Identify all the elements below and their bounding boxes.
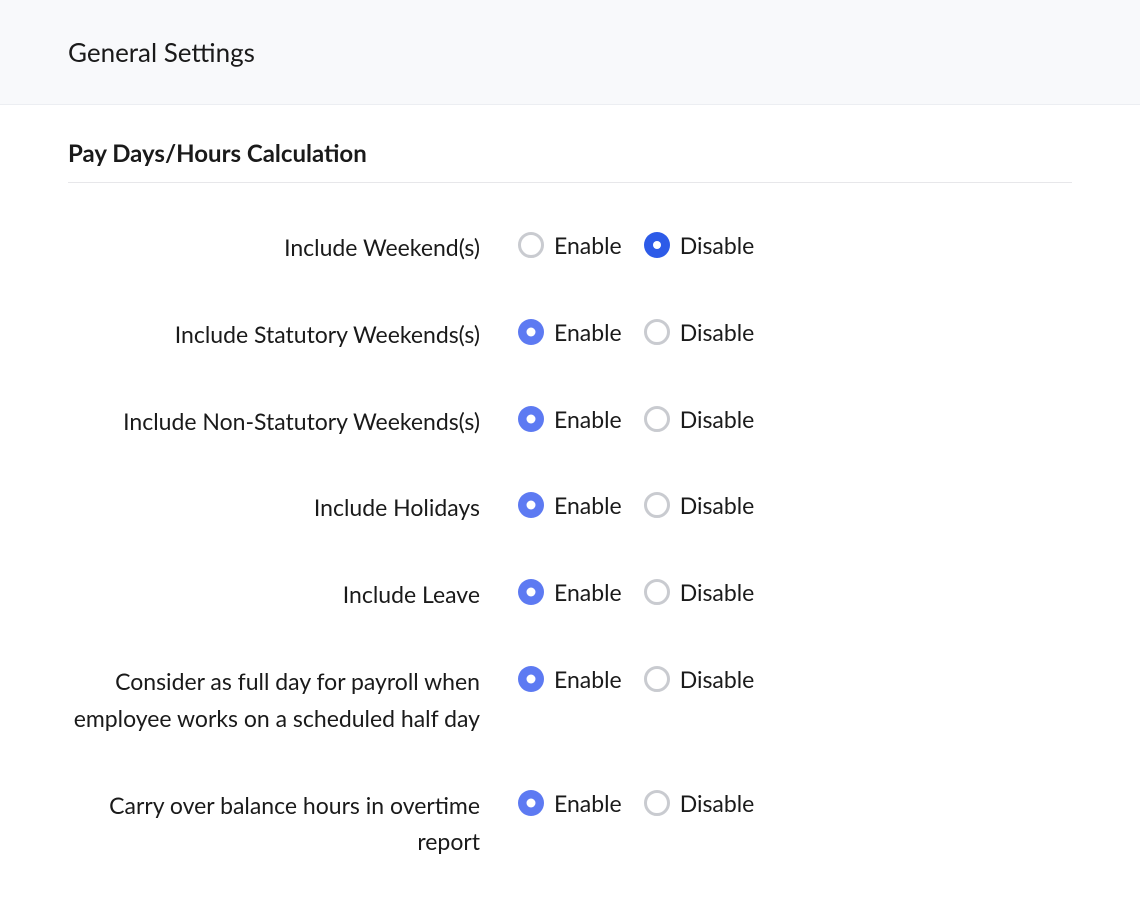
radio-label: Disable <box>680 665 755 693</box>
radio-disable-full-day-half-day[interactable]: Disable <box>644 665 755 693</box>
radio-enable-carry-over-overtime[interactable]: Enable <box>518 789 622 817</box>
radio-label: Enable <box>554 491 622 519</box>
radio-label: Disable <box>680 491 755 519</box>
radio-disable-include-weekends[interactable]: Disable <box>644 231 755 259</box>
radio-group: Enable Disable <box>518 787 754 817</box>
radio-icon <box>644 232 670 258</box>
radio-disable-include-leave[interactable]: Disable <box>644 578 755 606</box>
radio-label: Enable <box>554 405 622 433</box>
radio-label: Disable <box>680 318 755 346</box>
setting-label: Consider as full day for payroll when em… <box>68 663 518 737</box>
radio-icon <box>518 406 544 432</box>
radio-enable-include-statutory-weekends[interactable]: Enable <box>518 318 622 346</box>
radio-group: Enable Disable <box>518 663 754 693</box>
radio-icon <box>518 666 544 692</box>
radio-label: Enable <box>554 578 622 606</box>
setting-row-include-non-statutory-weekends: Include Non-Statutory Weekends(s) Enable… <box>68 403 1072 440</box>
radio-label: Disable <box>680 231 755 259</box>
radio-label: Disable <box>680 789 755 817</box>
radio-icon <box>518 319 544 345</box>
radio-disable-include-holidays[interactable]: Disable <box>644 491 755 519</box>
section-title: Pay Days/Hours Calculation <box>68 139 1072 183</box>
page-title: General Settings <box>68 36 1072 68</box>
radio-label: Disable <box>680 578 755 606</box>
radio-icon <box>644 790 670 816</box>
radio-label: Enable <box>554 318 622 346</box>
setting-row-full-day-half-day: Consider as full day for payroll when em… <box>68 663 1072 737</box>
setting-label: Carry over balance hours in overtime rep… <box>68 787 518 861</box>
setting-label: Include Statutory Weekends(s) <box>68 316 518 353</box>
radio-group: Enable Disable <box>518 403 754 433</box>
radio-icon <box>644 319 670 345</box>
radio-icon <box>644 666 670 692</box>
header-bar: General Settings <box>0 0 1140 105</box>
setting-label: Include Holidays <box>68 489 518 526</box>
radio-enable-include-non-statutory-weekends[interactable]: Enable <box>518 405 622 433</box>
setting-row-include-holidays: Include Holidays Enable Disable <box>68 489 1072 526</box>
radio-icon <box>644 492 670 518</box>
radio-icon <box>518 492 544 518</box>
radio-label: Enable <box>554 665 622 693</box>
radio-label: Disable <box>680 405 755 433</box>
content-area: Pay Days/Hours Calculation Include Weeke… <box>0 105 1140 900</box>
radio-group: Enable Disable <box>518 316 754 346</box>
setting-row-include-leave: Include Leave Enable Disable <box>68 576 1072 613</box>
setting-label: Include Leave <box>68 576 518 613</box>
radio-enable-include-holidays[interactable]: Enable <box>518 491 622 519</box>
radio-enable-full-day-half-day[interactable]: Enable <box>518 665 622 693</box>
setting-label: Include Weekend(s) <box>68 229 518 266</box>
setting-row-include-statutory-weekends: Include Statutory Weekends(s) Enable Dis… <box>68 316 1072 353</box>
radio-disable-include-non-statutory-weekends[interactable]: Disable <box>644 405 755 433</box>
radio-group: Enable Disable <box>518 229 754 259</box>
radio-group: Enable Disable <box>518 576 754 606</box>
radio-icon <box>518 232 544 258</box>
setting-label: Include Non-Statutory Weekends(s) <box>68 403 518 440</box>
radio-group: Enable Disable <box>518 489 754 519</box>
radio-icon <box>518 790 544 816</box>
radio-icon <box>644 579 670 605</box>
setting-row-include-weekends: Include Weekend(s) Enable Disable <box>68 229 1072 266</box>
setting-row-carry-over-overtime: Carry over balance hours in overtime rep… <box>68 787 1072 861</box>
radio-label: Enable <box>554 231 622 259</box>
radio-icon <box>644 406 670 432</box>
radio-enable-include-leave[interactable]: Enable <box>518 578 622 606</box>
radio-icon <box>518 579 544 605</box>
radio-label: Enable <box>554 789 622 817</box>
radio-disable-carry-over-overtime[interactable]: Disable <box>644 789 755 817</box>
radio-enable-include-weekends[interactable]: Enable <box>518 231 622 259</box>
radio-disable-include-statutory-weekends[interactable]: Disable <box>644 318 755 346</box>
